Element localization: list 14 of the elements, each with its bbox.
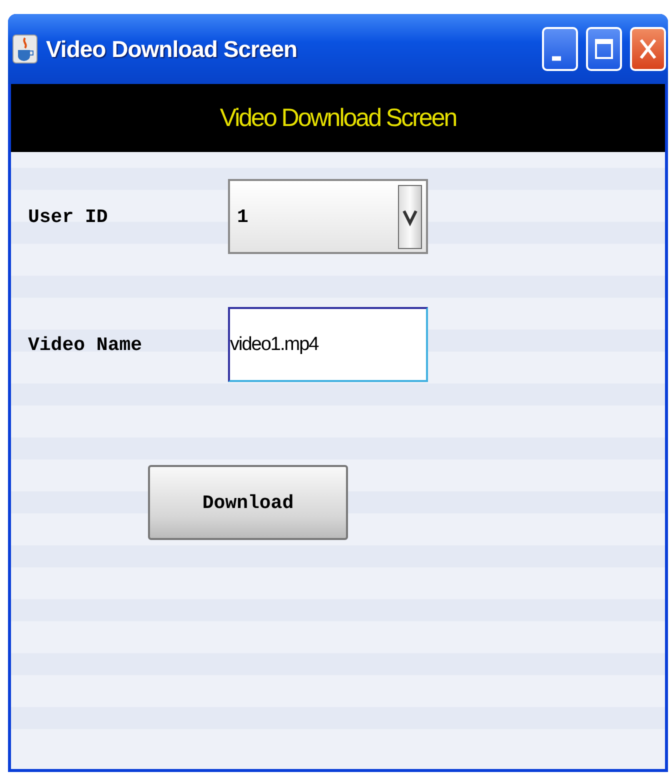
maximize-icon <box>593 36 615 62</box>
close-icon <box>637 36 659 62</box>
user-id-dropdown[interactable]: 1 <box>228 179 428 254</box>
close-button[interactable] <box>630 27 666 71</box>
screen-heading: Video Download Screen <box>220 104 456 132</box>
cup-icon <box>12 34 38 64</box>
video-name-label: Video Name <box>28 334 144 356</box>
user-id-label: User ID <box>28 206 109 228</box>
minimize-icon <box>552 56 560 60</box>
maximize-button[interactable] <box>586 27 622 71</box>
video-name-field[interactable]: video1.mp4 <box>228 307 428 382</box>
minimize-button[interactable] <box>542 27 578 71</box>
download-button[interactable]: Download <box>148 465 348 540</box>
window-title: Video Download Screen <box>46 36 298 62</box>
